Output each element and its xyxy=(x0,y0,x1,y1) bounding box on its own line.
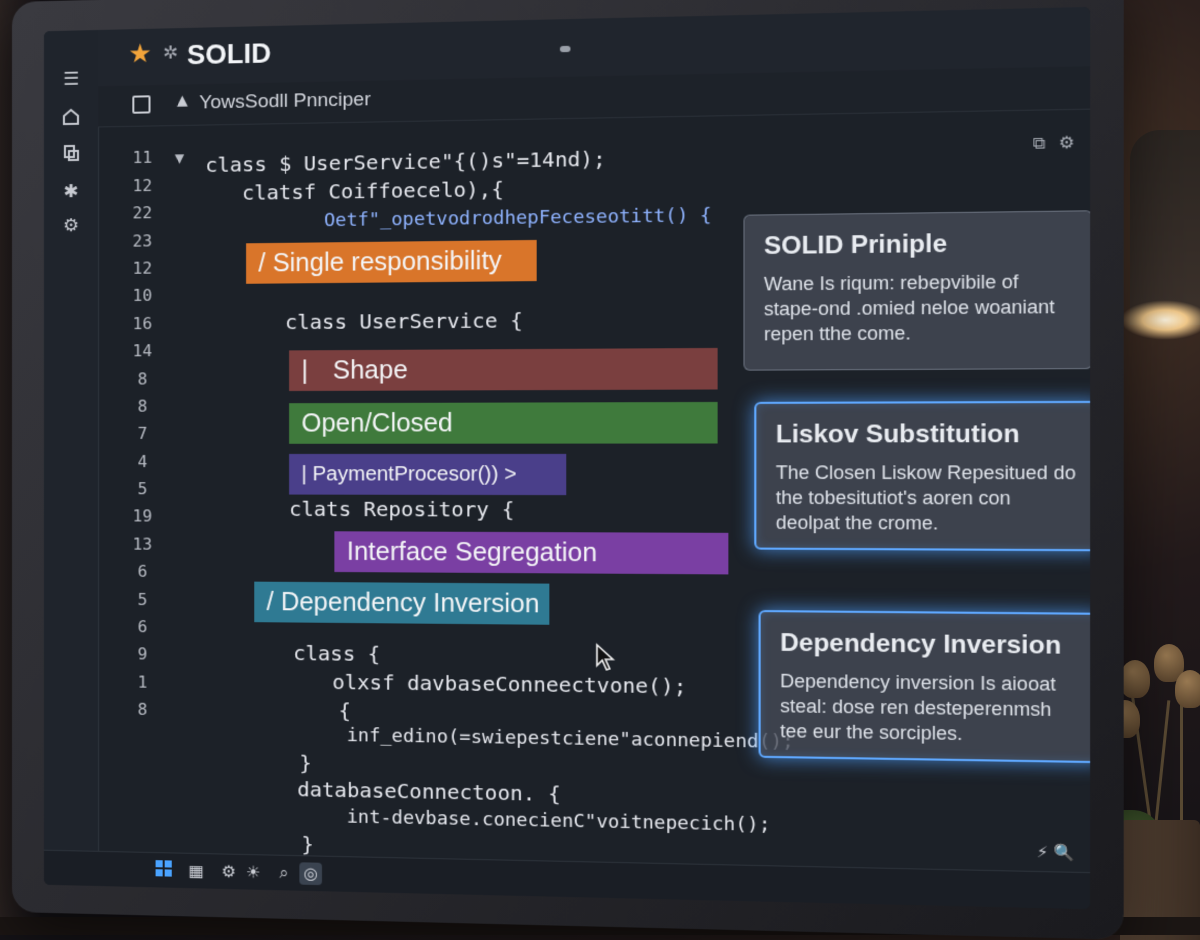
code-line[interactable]: inf_edino(=swiepestciene"aconnepiend(); xyxy=(347,725,794,753)
highlight-single-responsibility[interactable]: / Single responsibility xyxy=(246,239,537,284)
code-line[interactable]: clats Repository { xyxy=(289,497,514,522)
triangle-icon[interactable]: ▲ xyxy=(177,93,188,109)
card-title: SOLID Priniple xyxy=(763,229,948,261)
card-title: Liskov Substitution xyxy=(775,420,1020,449)
brightness-icon[interactable]: ☀ xyxy=(242,861,264,884)
highlight-shape[interactable]: | Shape xyxy=(289,347,718,392)
fold-chevron-icon[interactable]: ▼ xyxy=(175,151,184,165)
code-line[interactable]: clatsf Coiffoecelo),{ xyxy=(242,177,504,205)
gear-icon[interactable]: ✲ xyxy=(163,42,178,64)
line-number: 8 xyxy=(137,699,148,719)
more-actions-icon[interactable]: ⚙ xyxy=(1059,132,1075,152)
liskov-substitution-card[interactable]: Liskov Substitution The Closen Liskow Re… xyxy=(754,400,1091,552)
line-number: 22 xyxy=(132,203,153,223)
line-number: 4 xyxy=(137,451,148,472)
line-number: 14 xyxy=(132,341,153,361)
dependency-inversion-card[interactable]: Dependency Inversion Dependency inversio… xyxy=(758,610,1091,764)
zoom-icon[interactable]: ⚡ 🔍 xyxy=(1037,842,1075,862)
editor-screen: ☰ ✱ ⚙ ★ ✲ SOLID ▲ YowsSodll Pnnciper ⧉ ⚙ xyxy=(43,6,1091,910)
line-number: 12 xyxy=(132,175,153,196)
code-line[interactable]: { xyxy=(339,698,351,723)
line-number: 7 xyxy=(137,423,148,443)
background-lamp xyxy=(1130,130,1200,325)
star-icon[interactable]: ★ xyxy=(128,39,152,70)
line-number: 6 xyxy=(137,561,148,581)
code-line[interactable]: } xyxy=(301,832,313,857)
card-body: The Closen Liskow Repesitued do the tobe… xyxy=(775,462,1076,534)
activity-bar: ☰ ✱ ⚙ xyxy=(43,29,100,854)
line-number: 23 xyxy=(132,231,153,251)
line-number: 11 xyxy=(132,147,153,168)
code-line[interactable]: databaseConnectoon. { xyxy=(297,777,561,806)
code-line[interactable]: } xyxy=(299,751,311,776)
line-number: 8 xyxy=(137,396,148,416)
camera-indicator xyxy=(559,45,571,53)
settings-icon[interactable]: ⚙ xyxy=(58,213,84,239)
file-path[interactable]: YowsSodll Pnnciper xyxy=(199,89,371,115)
extensions-icon[interactable]: ✱ xyxy=(58,179,84,205)
home-icon[interactable] xyxy=(58,107,84,134)
code-line[interactable]: class UserService { xyxy=(285,308,523,334)
code-line[interactable]: class $ UserService"{()s"=14nd); xyxy=(205,146,605,177)
line-number: 9 xyxy=(137,644,148,664)
card-body: Wane Is riqum: rebepvibile of stape-ond … xyxy=(763,271,1055,345)
line-number: 8 xyxy=(137,369,148,389)
card-title: Dependency Inversion xyxy=(780,628,1062,661)
line-number: 13 xyxy=(132,534,153,554)
gear-icon[interactable]: ⚙ xyxy=(218,860,240,883)
card-body: Dependency inversion Is aiooat steal: do… xyxy=(780,670,1056,745)
line-number: 19 xyxy=(132,506,153,526)
highlight-shape-label: Shape xyxy=(332,355,408,385)
square-icon[interactable] xyxy=(132,95,151,114)
monitor: ☰ ✱ ⚙ ★ ✲ SOLID ▲ YowsSodll Pnnciper ⧉ ⚙ xyxy=(12,0,1124,940)
highlight-interface-segregation[interactable]: Interface Segregation xyxy=(334,531,729,575)
taskbar: ⚡ 🔍 ▦ ⚙ ☀ ⌕ ◎ xyxy=(43,842,1091,910)
line-number: 16 xyxy=(132,313,153,334)
line-number-gutter: 11 12 22 23 12 10 16 14 8 8 7 4 5 19 13 … xyxy=(98,125,189,852)
code-line[interactable]: class { xyxy=(293,641,380,666)
lamp-light xyxy=(1120,300,1200,340)
code-line[interactable]: int-devbase.conecienC"voitnepecich(); xyxy=(347,806,771,836)
code-line[interactable]: Oetf"_opetvodrodhepFeceseotitt() { xyxy=(324,205,712,232)
split-editor-icon[interactable]: ⧉ xyxy=(1033,133,1046,154)
line-number: 5 xyxy=(137,479,148,499)
window-title: SOLID xyxy=(186,38,272,71)
solid-principle-card[interactable]: SOLID Priniple Wane Is riqum: rebepvibil… xyxy=(743,210,1091,371)
line-number: 10 xyxy=(132,285,153,306)
menu-icon[interactable]: ☰ xyxy=(58,66,84,93)
files-icon[interactable] xyxy=(58,143,84,170)
highlight-payment-processor[interactable]: | PaymentProcesor()) > xyxy=(289,453,567,496)
grid-icon[interactable]: ▦ xyxy=(185,860,207,883)
line-number: 5 xyxy=(137,589,148,610)
line-number: 1 xyxy=(137,672,148,692)
record-icon[interactable]: ◎ xyxy=(299,862,323,886)
line-number: 12 xyxy=(132,258,153,278)
windows-icon[interactable] xyxy=(153,859,175,882)
highlight-open-closed[interactable]: Open/Closed xyxy=(289,401,718,444)
mouse-cursor-icon xyxy=(595,643,616,672)
code-line[interactable]: olxsf davbaseConneectvone(); xyxy=(332,670,686,699)
search-icon[interactable]: ⌕ xyxy=(273,862,296,885)
highlight-dependency-inversion[interactable]: / Dependency Inversion xyxy=(254,581,550,625)
highlight-shape-bar: | xyxy=(301,356,309,385)
line-number: 6 xyxy=(137,617,148,637)
